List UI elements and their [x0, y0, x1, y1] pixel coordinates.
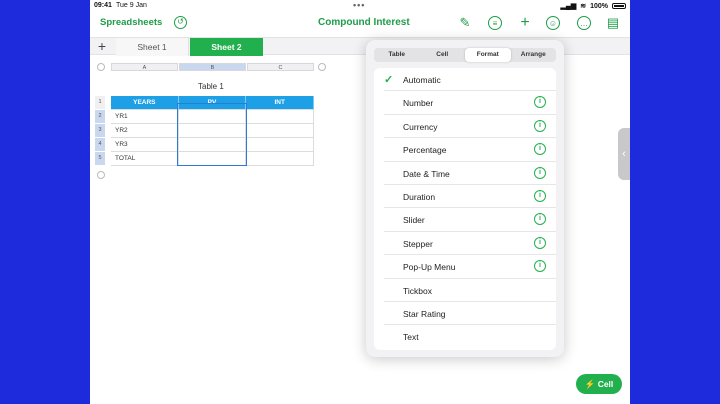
format-list: ✓ Automatic Number i Currency i Percenta…: [374, 68, 556, 350]
format-option-stepper[interactable]: Stepper i: [374, 232, 556, 256]
row-header[interactable]: 4: [95, 138, 105, 151]
info-icon[interactable]: i: [534, 96, 546, 109]
format-option-percentage[interactable]: Percentage i: [374, 138, 556, 162]
table-cell[interactable]: YR2: [111, 124, 179, 138]
table-cell[interactable]: YR1: [111, 110, 179, 124]
checkmark-icon: ✓: [384, 74, 394, 86]
undo-icon[interactable]: ↺: [174, 16, 187, 29]
format-option-date-time[interactable]: Date & Time i: [374, 162, 556, 185]
tab-cell[interactable]: Cell: [420, 48, 466, 62]
multitasking-dots-icon[interactable]: •••: [353, 0, 365, 10]
column-header-c[interactable]: C: [247, 63, 314, 71]
info-icon[interactable]: i: [534, 260, 546, 273]
tab-sheet-2[interactable]: Sheet 2: [190, 38, 263, 56]
add-sheet-button[interactable]: +: [95, 38, 109, 56]
format-option-currency[interactable]: Currency i: [374, 115, 556, 139]
format-option-automatic[interactable]: ✓ Automatic: [374, 68, 556, 92]
table-cell[interactable]: [246, 138, 315, 152]
table-cell[interactable]: TOTAL: [111, 152, 179, 166]
format-option-label: Pop-Up Menu: [403, 262, 456, 273]
tab-arrange[interactable]: Arrange: [511, 48, 557, 62]
tab-format[interactable]: Format: [465, 48, 511, 62]
format-option-label: Currency: [403, 121, 438, 132]
add-column-handle[interactable]: [318, 63, 326, 71]
popover-segmented-control: Table Cell Format Arrange: [374, 48, 556, 62]
info-icon[interactable]: i: [534, 213, 546, 226]
table-cell[interactable]: YR3: [111, 138, 179, 152]
organize-icon[interactable]: ≡: [488, 16, 502, 30]
add-row-handle[interactable]: [97, 171, 105, 179]
table-cell[interactable]: [246, 124, 315, 138]
collaborate-icon[interactable]: ☺: [546, 16, 560, 30]
lightning-icon: ⚡: [584, 379, 596, 389]
app-toolbar: Spreadsheets ↺ Compound Interest ✎ ≡ + ☺…: [90, 12, 630, 36]
info-icon[interactable]: i: [534, 166, 546, 179]
document-title[interactable]: Compound Interest: [318, 17, 410, 28]
battery-percent: 100%: [590, 2, 608, 10]
column-header-b[interactable]: B: [179, 63, 246, 71]
table-select-handle[interactable]: [97, 63, 105, 71]
info-icon[interactable]: i: [534, 190, 546, 202]
column-header-a[interactable]: A: [111, 63, 178, 71]
table-header-cell[interactable]: YEARS: [111, 96, 179, 110]
table-header-cell[interactable]: INT: [246, 96, 315, 110]
format-option-label: Date & Time: [403, 168, 450, 179]
add-icon[interactable]: +: [517, 15, 533, 31]
format-popover: Table Cell Format Arrange ✓ Automatic Nu…: [366, 40, 564, 357]
signal-icon: ▂▄▆: [560, 3, 577, 10]
status-bar: 09:41 Tue 9 Jan ••• ▂▄▆ ≋ 100%: [90, 0, 630, 12]
battery-icon: [612, 3, 626, 9]
format-option-slider[interactable]: Slider i: [374, 208, 556, 232]
format-option-star-rating[interactable]: Star Rating: [374, 302, 556, 326]
row-header[interactable]: 1: [95, 96, 105, 109]
format-option-label: Text: [403, 332, 419, 343]
format-option-label: Percentage: [403, 145, 447, 156]
row-header[interactable]: 5: [95, 152, 105, 165]
row-header[interactable]: 3: [95, 124, 105, 137]
cell-selection-outline[interactable]: [177, 103, 247, 166]
status-right: ▂▄▆ ≋ 100%: [560, 2, 626, 10]
document-icon[interactable]: ▤: [605, 15, 621, 31]
info-icon[interactable]: i: [534, 119, 546, 132]
ipad-screen: 09:41 Tue 9 Jan ••• ▂▄▆ ≋ 100% Spreadshe…: [90, 0, 630, 404]
tab-table[interactable]: Table: [374, 48, 420, 62]
tab-sheet-1[interactable]: Sheet 1: [116, 38, 189, 56]
format-option-number[interactable]: Number i: [374, 91, 556, 115]
info-icon[interactable]: i: [534, 143, 546, 156]
spreadsheets-back-button[interactable]: Spreadsheets: [100, 17, 162, 28]
sidebar-handle[interactable]: ‹: [618, 128, 630, 180]
cell-button-label: Cell: [597, 379, 614, 389]
format-option-label: Number: [403, 98, 434, 109]
format-option-label: Duration: [403, 192, 436, 202]
format-option-popup-menu[interactable]: Pop-Up Menu i: [374, 255, 556, 279]
wifi-icon: ≋: [580, 3, 587, 10]
status-date: Tue 9 Jan: [116, 2, 147, 9]
table-cell[interactable]: [246, 152, 315, 166]
format-option-duration[interactable]: Duration i: [374, 185, 556, 209]
info-icon[interactable]: i: [534, 236, 546, 249]
format-option-label: Star Rating: [403, 309, 446, 319]
format-option-text[interactable]: Text: [374, 325, 556, 348]
table-cell[interactable]: [246, 110, 315, 124]
format-option-label: Slider: [403, 215, 425, 226]
status-time: 09:41: [94, 2, 112, 9]
format-option-tickbox[interactable]: Tickbox: [374, 279, 556, 302]
format-option-label: Tickbox: [403, 285, 432, 296]
cell-button[interactable]: ⚡ Cell: [576, 374, 622, 394]
format-option-label: Stepper: [403, 238, 433, 249]
more-icon[interactable]: …: [577, 16, 591, 30]
row-header[interactable]: 2: [95, 110, 105, 123]
format-option-label: Automatic: [403, 75, 441, 85]
table-title[interactable]: Table 1: [198, 82, 224, 91]
format-brush-icon[interactable]: ✎: [457, 15, 473, 31]
